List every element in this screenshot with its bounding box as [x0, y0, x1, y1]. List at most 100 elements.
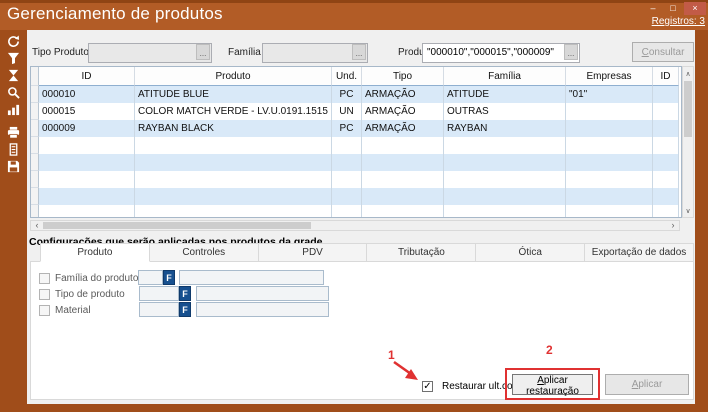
familia-lookup-button[interactable]: F — [163, 270, 175, 285]
material-checkbox[interactable] — [39, 305, 50, 316]
vertical-scroll-thumb[interactable] — [684, 81, 692, 137]
tab-tributacao[interactable]: Tributação — [367, 243, 476, 262]
table-row[interactable]: 000010 ATITUDE BLUE PC ARMAÇÃO ATITUDE "… — [31, 86, 681, 103]
cell-id[interactable]: 000015 — [39, 103, 135, 120]
window-right-border — [695, 30, 708, 404]
col-header-familia[interactable]: Família — [444, 67, 566, 86]
refresh-icon[interactable] — [0, 33, 27, 50]
calculator-icon[interactable] — [0, 141, 27, 158]
print-icon[interactable] — [0, 124, 27, 141]
title-bar: Gerenciamento de produtos – □ × Registro… — [0, 0, 708, 30]
minimize-button[interactable]: – — [644, 2, 662, 15]
config-tabstrip: Produto Controles PDV Tributação Ótica E… — [40, 243, 694, 262]
empty-row — [31, 188, 681, 205]
window-bottom-border — [0, 404, 708, 412]
cell-tipo[interactable]: ARMAÇÃO — [362, 103, 444, 120]
grid-corner-cell — [31, 67, 39, 86]
registros-link[interactable]: Registros: 3 — [652, 16, 705, 27]
annotation-step-2: 2 — [546, 343, 553, 357]
left-toolbar — [0, 30, 27, 404]
consultar-button[interactable]: Consultar — [632, 42, 694, 62]
annotation-highlight-rect — [505, 368, 600, 400]
horizontal-scroll-thumb[interactable] — [43, 222, 311, 229]
cell-id[interactable]: 000010 — [39, 86, 135, 103]
chart-icon[interactable] — [0, 101, 27, 118]
cell-tipo[interactable]: ARMAÇÃO — [362, 86, 444, 103]
cell-empresas[interactable] — [566, 103, 653, 120]
tipo-produto-input[interactable] — [88, 43, 212, 63]
cell-id2[interactable] — [653, 86, 679, 103]
produto-input[interactable] — [422, 43, 580, 63]
restore-checkbox[interactable]: ✓ — [422, 381, 433, 392]
cell-familia[interactable]: ATITUDE — [444, 86, 566, 103]
cell-empresas[interactable] — [566, 120, 653, 137]
scroll-left-icon[interactable]: ‹ — [31, 221, 43, 230]
familia-do-produto-checkbox[interactable] — [39, 273, 50, 284]
products-grid: ID Produto Und. Tipo Família Empresas ID… — [30, 66, 682, 218]
cell-produto[interactable]: COLOR MATCH VERDE - LV.U.0191.1515 M — [135, 103, 332, 120]
col-header-und[interactable]: Und. — [332, 67, 362, 86]
save-icon[interactable] — [0, 158, 27, 175]
col-header-id[interactable]: ID — [39, 67, 135, 86]
tab-exportacao[interactable]: Exportação de dados — [585, 243, 694, 262]
tab-controles[interactable]: Controles — [150, 243, 259, 262]
familia-lookup-icon[interactable]: ... — [352, 44, 366, 60]
material-lookup-button[interactable]: F — [179, 302, 191, 317]
cell-tipo[interactable]: ARMAÇÃO — [362, 120, 444, 137]
material-label: Material — [55, 305, 91, 316]
familia-field-wrap: ... — [262, 42, 368, 62]
cell-empresas[interactable]: "01" — [566, 86, 653, 103]
tipo-de-produto-row: Tipo de produto — [39, 287, 125, 301]
cell-und[interactable]: PC — [332, 86, 362, 103]
tipo-de-produto-checkbox[interactable] — [39, 289, 50, 300]
tipo-lookup-button[interactable]: F — [179, 286, 191, 301]
maximize-button[interactable]: □ — [664, 2, 682, 15]
tipo-code-input[interactable] — [139, 286, 179, 301]
cell-id2[interactable] — [653, 120, 679, 137]
cell-id[interactable]: 000009 — [39, 120, 135, 137]
scroll-up-icon[interactable]: ∧ — [683, 67, 693, 80]
produto-field-wrap: ... — [422, 42, 580, 62]
close-button[interactable]: × — [684, 2, 706, 15]
app-window: Gerenciamento de produtos – □ × Registro… — [0, 0, 708, 412]
cell-familia[interactable]: OUTRAS — [444, 103, 566, 120]
empty-row — [31, 171, 681, 188]
table-row[interactable]: 000015 COLOR MATCH VERDE - LV.U.0191.151… — [31, 103, 681, 120]
horizontal-scrollbar[interactable]: ‹ › — [30, 220, 680, 231]
col-header-id2[interactable]: ID — [653, 67, 679, 86]
cell-produto[interactable]: RAYBAN BLACK — [135, 120, 332, 137]
row-indicator[interactable] — [31, 103, 39, 120]
scroll-down-icon[interactable]: ∨ — [683, 204, 693, 217]
vertical-scrollbar[interactable]: ∧ ∨ — [682, 66, 694, 218]
familia-code-input[interactable] — [138, 270, 163, 285]
material-code-input[interactable] — [139, 302, 179, 317]
window-top-border — [0, 0, 708, 3]
familia-desc-input[interactable] — [179, 270, 324, 285]
hourglass-icon[interactable] — [0, 67, 27, 84]
cell-produto[interactable]: ATITUDE BLUE — [135, 86, 332, 103]
tipo-de-produto-label: Tipo de produto — [55, 289, 125, 300]
cell-und[interactable]: UN — [332, 103, 362, 120]
produto-lookup-icon[interactable]: ... — [564, 44, 578, 60]
aplicar-button[interactable]: Aplicar — [605, 374, 689, 395]
tipo-desc-input[interactable] — [196, 286, 329, 301]
cell-id2[interactable] — [653, 103, 679, 120]
tab-otica[interactable]: Ótica — [476, 243, 585, 262]
tab-produto[interactable]: Produto — [40, 243, 150, 262]
col-header-tipo[interactable]: Tipo — [362, 67, 444, 86]
cell-und[interactable]: PC — [332, 120, 362, 137]
cell-familia[interactable]: RAYBAN — [444, 120, 566, 137]
empty-row — [31, 205, 681, 218]
row-indicator[interactable] — [31, 120, 39, 137]
row-indicator[interactable] — [31, 86, 39, 103]
search-icon[interactable] — [0, 84, 27, 101]
col-header-produto[interactable]: Produto — [135, 67, 332, 86]
material-desc-input[interactable] — [196, 302, 329, 317]
table-row[interactable]: 000009 RAYBAN BLACK PC ARMAÇÃO RAYBAN — [31, 120, 681, 137]
col-header-empresas[interactable]: Empresas — [566, 67, 653, 86]
tipo-produto-lookup-icon[interactable]: ... — [196, 44, 210, 60]
filter-icon[interactable] — [0, 50, 27, 67]
scroll-right-icon[interactable]: › — [667, 221, 679, 230]
familia-do-produto-label: Família do produto — [55, 273, 138, 284]
tab-pdv[interactable]: PDV — [259, 243, 368, 262]
